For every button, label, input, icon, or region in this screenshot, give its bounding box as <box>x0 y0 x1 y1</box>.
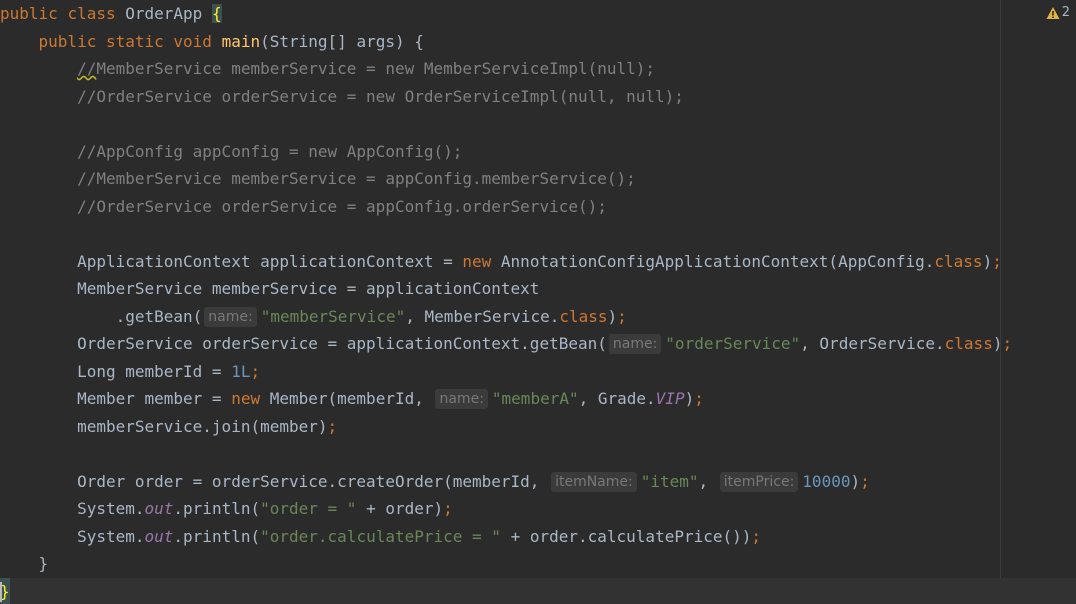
text-caret <box>0 581 2 602</box>
code-line[interactable]: } <box>0 550 1076 578</box>
keyword: class <box>559 306 608 326</box>
code-line[interactable]: MemberService memberService = applicatio… <box>0 275 1076 303</box>
code-editor[interactable]: 2 public class OrderApp { public static … <box>0 0 1076 604</box>
parameter-hint: itemName: <box>551 471 637 492</box>
comment: //OrderService orderService = appConfig.… <box>77 196 607 216</box>
code-line[interactable]: public static void main(String[] args) { <box>0 28 1076 56</box>
code-text: , Grade. <box>578 389 656 408</box>
code-line[interactable]: Long memberId = 1L; <box>0 358 1076 386</box>
parameter-hint: name: <box>435 389 488 409</box>
code-text: , MemberService. <box>405 306 560 326</box>
semicolon: ; <box>617 306 627 326</box>
code-line[interactable]: //MemberService memberService = appConfi… <box>0 165 1076 193</box>
code-text: .getBean( <box>115 306 203 326</box>
current-line[interactable]: } <box>0 577 1076 604</box>
string-literal: "memberA" <box>491 389 579 408</box>
code-line[interactable]: //MemberService memberService = new Memb… <box>0 55 1076 83</box>
closing-brace: } <box>38 554 49 573</box>
code-text: ) <box>684 389 695 408</box>
code-text: ) <box>850 471 861 491</box>
code-text: Order order = orderService.createOrder(m… <box>77 471 550 491</box>
class-name: OrderApp <box>125 4 203 23</box>
semicolon: ; <box>694 389 704 408</box>
code-text: + order.calculatePrice()) <box>500 526 752 546</box>
parameter-hint: name: <box>204 306 257 327</box>
code-text: System. <box>77 526 145 546</box>
code-line[interactable]: OrderService orderService = applicationC… <box>0 330 1076 358</box>
code-text: Member member = <box>77 389 232 408</box>
code-line[interactable]: Order order = orderService.createOrder(m… <box>0 468 1076 496</box>
parameter-hint: name: <box>608 334 662 354</box>
code-line[interactable]: memberService.join(member); <box>0 413 1076 441</box>
code-text: System. <box>77 499 145 518</box>
comment: //AppConfig appConfig = new AppConfig(); <box>77 141 463 161</box>
semicolon: ; <box>1002 334 1013 353</box>
semicolon: ; <box>327 416 338 436</box>
code-text: OrderService orderService = applicationC… <box>77 334 607 353</box>
keyword: class <box>944 334 993 353</box>
code-line[interactable]: System.out.println("order = " + order); <box>0 495 1076 523</box>
matched-brace: { <box>211 4 222 23</box>
static-field: out <box>144 526 174 546</box>
keyword: public <box>0 4 58 23</box>
string-literal: "memberService" <box>260 306 406 326</box>
comment: MemberService memberService = new Member… <box>96 59 656 78</box>
code-text: memberService.join(member) <box>77 416 328 436</box>
string-literal: "order = " <box>260 499 357 518</box>
code-text: AnnotationConfigApplicationContext(AppCo… <box>491 251 935 271</box>
code-line-empty[interactable] <box>0 440 1076 468</box>
keyword: new <box>462 251 492 271</box>
code-line[interactable]: Member member = new Member(memberId, nam… <box>0 385 1076 413</box>
code-text: ) <box>982 251 993 271</box>
comment-marker: // <box>77 59 97 78</box>
code-line[interactable]: public class OrderApp { <box>0 0 1076 28</box>
code-text: ApplicationContext applicationContext = <box>77 251 463 271</box>
code-line-empty[interactable] <box>0 110 1076 138</box>
number-literal: 1L <box>231 361 251 381</box>
keyword: public <box>38 31 97 51</box>
code-area[interactable]: public class OrderApp { public static vo… <box>0 0 1076 604</box>
code-text: MemberService memberService = applicatio… <box>77 279 540 298</box>
code-text: Long memberId = <box>77 361 232 381</box>
code-line-empty[interactable] <box>0 220 1076 248</box>
keyword: class <box>67 4 116 23</box>
code-line[interactable]: ApplicationContext applicationContext = … <box>0 248 1076 276</box>
string-literal: "order.calculatePrice = " <box>260 526 501 546</box>
string-literal: "orderService" <box>665 334 801 353</box>
keyword: static <box>105 31 164 51</box>
code-text: + order) <box>356 499 444 518</box>
semicolon: ; <box>860 471 870 491</box>
code-line[interactable]: //AppConfig appConfig = new AppConfig(); <box>0 138 1076 166</box>
comment: //OrderService orderService = new OrderS… <box>77 86 684 106</box>
static-field: out <box>144 499 174 518</box>
code-line[interactable]: //OrderService orderService = new OrderS… <box>0 83 1076 111</box>
code-line[interactable]: //OrderService orderService = appConfig.… <box>0 193 1076 221</box>
code-text: Member(memberId, <box>260 389 434 408</box>
code-text: , <box>698 471 718 491</box>
enum-constant: VIP <box>655 389 685 408</box>
code-text: (String[] args) { <box>260 31 424 51</box>
semicolon: ; <box>992 251 1002 271</box>
keyword: class <box>934 251 983 271</box>
string-literal: "item" <box>640 471 699 491</box>
keyword: void <box>173 31 212 51</box>
semicolon: ; <box>443 499 453 518</box>
keyword: new <box>231 389 261 408</box>
code-text: .println( <box>173 499 261 518</box>
number-literal: 10000 <box>802 471 851 491</box>
code-text: , OrderService. <box>800 334 945 353</box>
code-text: .println( <box>173 526 261 546</box>
code-line[interactable]: System.out.println("order.calculatePrice… <box>0 523 1076 551</box>
parameter-hint: itemPrice: <box>719 471 799 492</box>
code-line[interactable]: .getBean(name: "memberService", MemberSer… <box>0 303 1076 331</box>
semicolon: ; <box>250 361 261 381</box>
comment: //MemberService memberService = appConfi… <box>77 169 636 188</box>
code-text: ) <box>607 306 618 326</box>
method-name: main <box>221 31 261 51</box>
semicolon: ; <box>751 526 762 546</box>
